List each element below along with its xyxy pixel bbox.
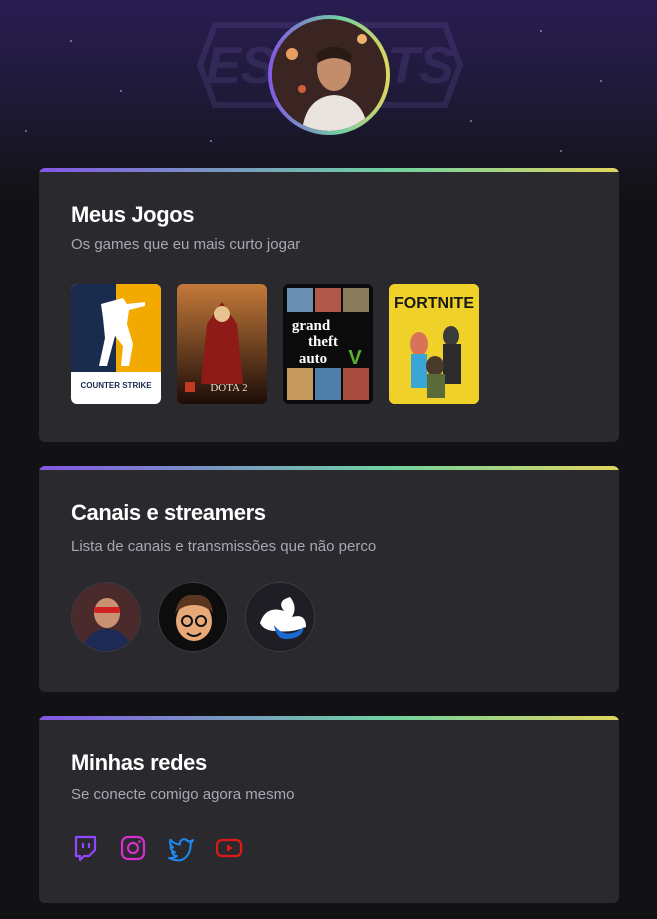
games-title: Meus Jogos: [71, 202, 195, 227]
social-title: Minhas redes: [71, 750, 207, 775]
channels-title: Canais e streamers: [71, 500, 266, 525]
gta-label-2: theft: [308, 334, 338, 350]
streamer-avatar-2[interactable]: [158, 582, 228, 652]
instagram-icon[interactable]: [119, 834, 147, 862]
social-subtitle: Se conecte comigo agora mesmo: [71, 786, 295, 803]
youtube-icon[interactable]: [215, 834, 243, 862]
gta-label-3: auto: [299, 351, 327, 367]
avatar-photo: [272, 19, 386, 131]
fortnite-label: FORTNITE: [394, 295, 474, 312]
game-cover-counter-strike[interactable]: COUNTER STRIKE: [71, 284, 161, 404]
games-list: COUNTER STRIKE DOTA 2 grand theft auto V…: [71, 284, 479, 404]
games-card: Meus Jogos Os games que eu mais curto jo…: [39, 168, 619, 442]
social-card: Minhas redes Se conecte comigo agora mes…: [39, 716, 619, 903]
streamer-avatar-3[interactable]: [245, 582, 315, 652]
twitter-icon[interactable]: [167, 834, 195, 862]
svg-text:V: V: [348, 347, 362, 369]
channels-list: [71, 582, 315, 652]
counter-strike-label: COUNTER STRIKE: [80, 381, 152, 390]
dota-2-label: DOTA 2: [210, 382, 247, 394]
channels-card: Canais e streamers Lista de canais e tra…: [39, 466, 619, 692]
social-links: [71, 834, 243, 862]
game-cover-gta-v[interactable]: grand theft auto V: [283, 284, 373, 404]
twitch-icon[interactable]: [71, 834, 99, 862]
games-subtitle: Os games que eu mais curto jogar: [71, 236, 301, 253]
game-cover-dota-2[interactable]: DOTA 2: [177, 284, 267, 404]
game-cover-fortnite[interactable]: FORTNITE: [389, 284, 479, 404]
gta-label-1: grand: [292, 318, 331, 334]
profile-avatar: [268, 15, 390, 135]
streamer-avatar-1[interactable]: [71, 582, 141, 652]
channels-subtitle: Lista de canais e transmissões que não p…: [71, 538, 377, 555]
